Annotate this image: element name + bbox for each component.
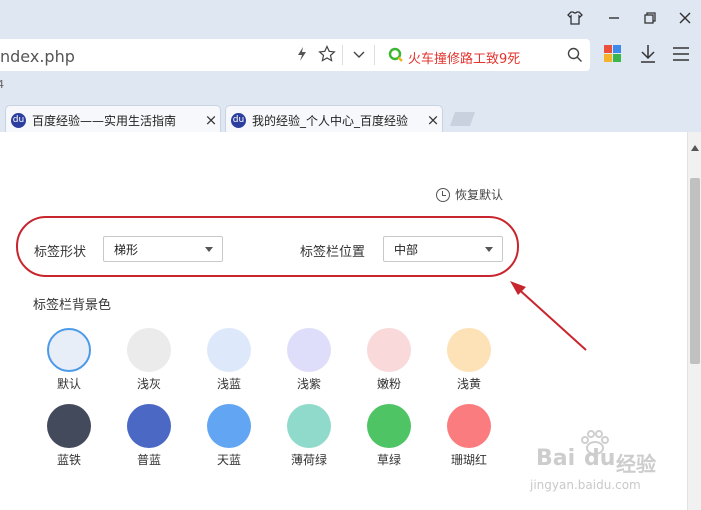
color-option-pink[interactable]: 嫩粉: [349, 328, 429, 392]
toolbar: ndex.php 火车撞修路工致9死 4: [0, 36, 701, 102]
color-swatch[interactable]: [47, 404, 91, 448]
restore-icon[interactable]: [633, 0, 667, 36]
divider: [342, 45, 343, 65]
color-swatch[interactable]: [47, 328, 91, 372]
baidu-jingyan-watermark: Bai du 经验 jingyan.baidu.com: [530, 430, 670, 492]
vertical-scrollbar[interactable]: [687, 132, 701, 510]
watermark-brand-du: du: [584, 446, 616, 471]
color-swatch[interactable]: [367, 328, 411, 372]
baidu-paw-icon: du: [231, 112, 246, 128]
divider: [374, 45, 375, 65]
color-swatch[interactable]: [127, 404, 171, 448]
color-swatch[interactable]: [127, 328, 171, 372]
color-option-light-blue[interactable]: 浅蓝: [189, 328, 269, 392]
color-label: 默认: [56, 377, 81, 391]
watermark-url: jingyan.baidu.com: [530, 478, 641, 492]
highlight-ellipse: [16, 216, 519, 277]
title-bar: [0, 0, 701, 38]
color-swatch[interactable]: [367, 404, 411, 448]
download-icon[interactable]: [639, 44, 657, 68]
color-label: 天蓝: [216, 453, 241, 467]
close-window-icon[interactable]: [668, 0, 701, 36]
color-swatch[interactable]: [207, 404, 251, 448]
color-label: 薄荷绿: [290, 453, 327, 467]
scrollbar-thumb[interactable]: [690, 178, 700, 364]
color-option-light-yellow[interactable]: 浅黄: [429, 328, 509, 392]
tab-strip: du 百度经验——实用生活指南 × du 我的经验_个人中心_百度经验 ×: [0, 102, 701, 134]
color-option-sky-blue[interactable]: 天蓝: [189, 404, 269, 468]
search-icon[interactable]: [567, 47, 583, 67]
new-tab-button[interactable]: [448, 110, 478, 132]
color-label: 浅灰: [136, 377, 161, 391]
bookmark-bar-fragment[interactable]: 4: [0, 78, 4, 91]
color-option-blue-iron[interactable]: 蓝铁: [29, 404, 109, 468]
baidu-paw-icon: du: [11, 112, 26, 128]
color-swatch[interactable]: [287, 328, 331, 372]
search-engine-icon: [388, 47, 404, 67]
watermark-brand: Bai: [536, 446, 576, 471]
close-tab-icon[interactable]: ×: [202, 111, 220, 129]
color-label: 嫩粉: [376, 377, 401, 391]
color-option-coral-red[interactable]: 珊瑚红: [429, 404, 509, 468]
address-text[interactable]: ndex.php: [0, 47, 75, 66]
color-option-light-gray[interactable]: 浅灰: [109, 328, 189, 392]
color-option-light-purple[interactable]: 浅紫: [269, 328, 349, 392]
apps-icon[interactable]: [604, 45, 622, 67]
tab-label: 我的经验_个人中心_百度经验: [252, 113, 409, 128]
color-swatch[interactable]: [287, 404, 331, 448]
bg-color-label: 标签栏背景色: [33, 298, 112, 313]
menu-icon[interactable]: [673, 46, 689, 66]
tab-my-jingyan[interactable]: du 我的经验_个人中心_百度经验 ×: [225, 105, 443, 134]
search-input[interactable]: 火车撞修路工致9死: [408, 48, 520, 67]
color-option-grass-green[interactable]: 草绿: [349, 404, 429, 468]
color-option-mint-green[interactable]: 薄荷绿: [269, 404, 349, 468]
color-label: 浅紫: [296, 377, 321, 391]
color-swatch[interactable]: [447, 328, 491, 372]
watermark-brand-cn: 经验: [616, 452, 656, 476]
clock-reset-icon: [436, 187, 450, 202]
reset-label: 恢复默认: [455, 188, 504, 202]
lightning-icon[interactable]: [296, 46, 308, 66]
color-label: 普蓝: [136, 453, 161, 467]
close-tab-icon[interactable]: ×: [424, 111, 442, 129]
color-swatch[interactable]: [447, 404, 491, 448]
color-option-default[interactable]: 默认: [29, 328, 109, 392]
reset-default-button[interactable]: 恢复默认: [436, 186, 503, 203]
settings-panel: 恢复默认 标签形状 梯形 标签栏位置 中部 标签栏背景色 默认 浅灰 浅蓝 浅紫: [0, 132, 687, 510]
scroll-up-arrow-icon[interactable]: [691, 136, 699, 155]
tab-label: 百度经验——实用生活指南: [32, 113, 177, 128]
color-swatch[interactable]: [207, 328, 251, 372]
skin-icon[interactable]: [558, 0, 592, 36]
color-option-prussian-blue[interactable]: 普蓝: [109, 404, 189, 468]
star-icon[interactable]: [318, 45, 336, 67]
color-label: 珊瑚红: [450, 453, 487, 467]
color-label: 浅蓝: [216, 377, 241, 391]
color-label: 浅黄: [456, 377, 481, 391]
chevron-down-icon[interactable]: [352, 47, 366, 66]
tab-baidu-jingyan[interactable]: du 百度经验——实用生活指南 ×: [5, 105, 221, 134]
annotation-arrow-icon: [510, 281, 587, 351]
address-bar[interactable]: ndex.php 火车撞修路工致9死: [0, 39, 590, 71]
color-label: 蓝铁: [56, 453, 81, 467]
color-label: 草绿: [376, 453, 401, 467]
minimize-icon[interactable]: [597, 0, 631, 36]
